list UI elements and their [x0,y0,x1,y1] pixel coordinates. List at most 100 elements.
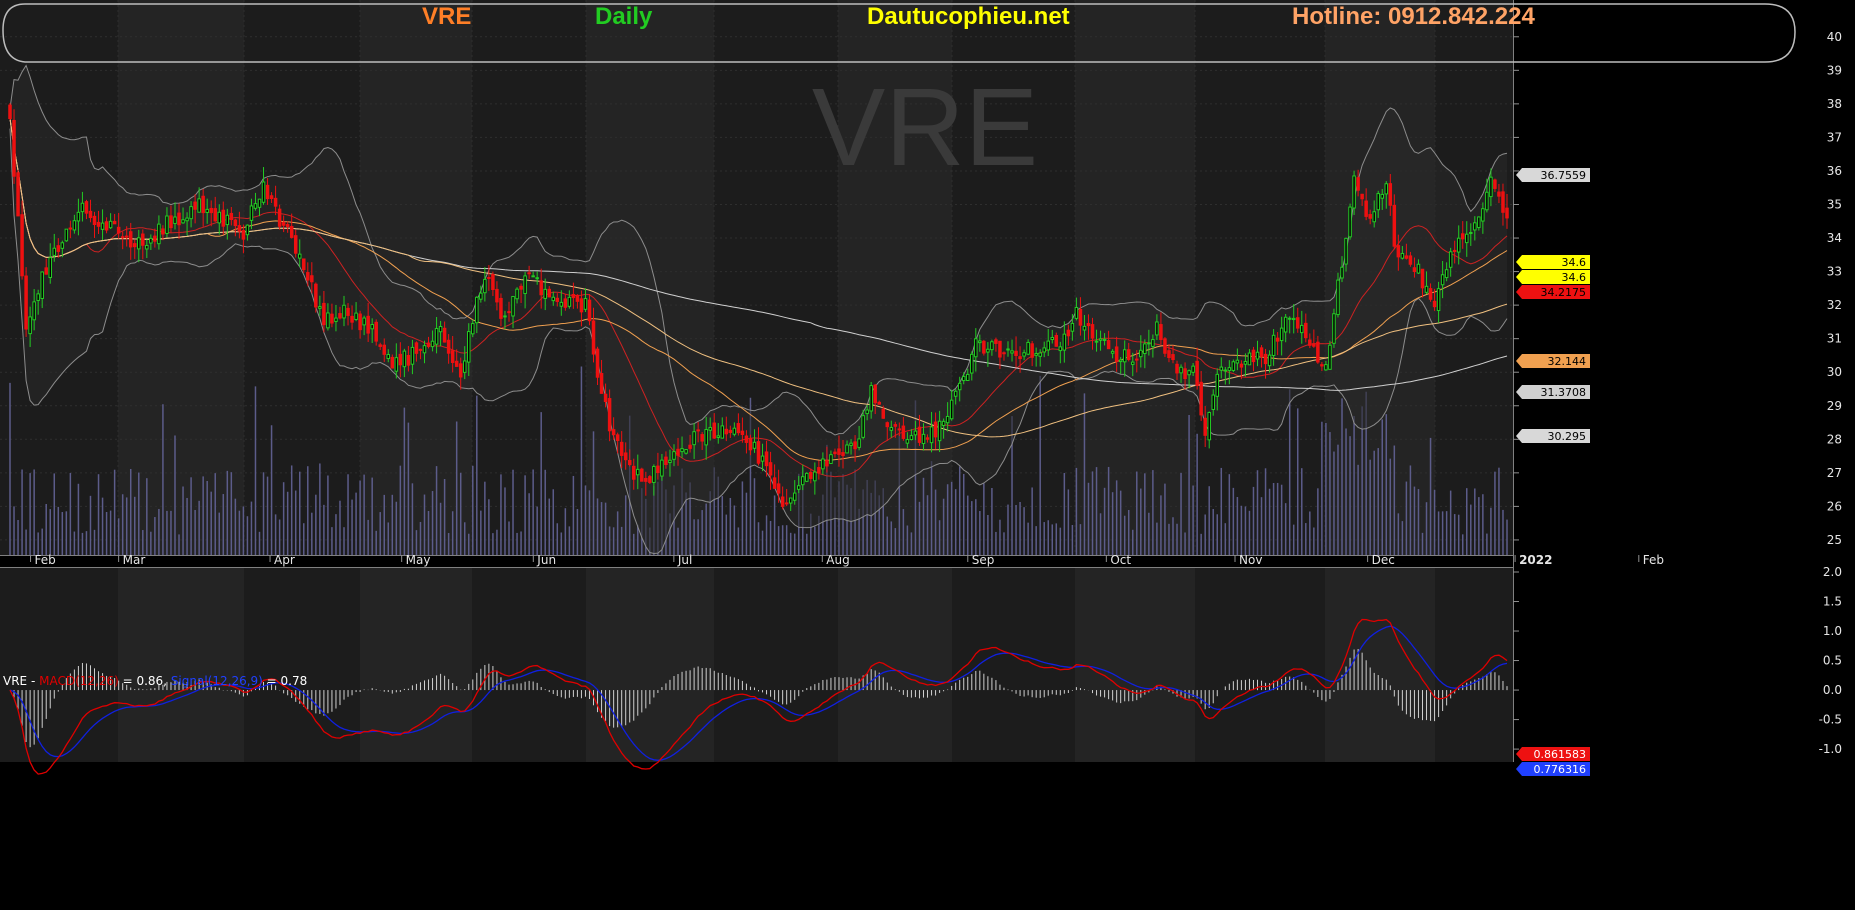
candle-body [1078,308,1083,326]
candle-body [100,222,105,230]
month-band [1075,567,1195,762]
candle-body [1328,344,1332,370]
candle-body [1159,324,1163,340]
candle-body [1477,216,1481,229]
candle-body [1291,317,1296,321]
price-tick-label: 37 [1827,130,1842,144]
candle-body [342,304,346,319]
candle-body [933,421,938,438]
macd-tick-label: 1.0 [1823,624,1842,638]
candle-body [921,433,926,445]
candle-body [112,220,117,225]
candle-body [1086,323,1091,327]
candle-body [1223,369,1228,372]
candle-body [1155,321,1159,336]
candle-body [728,429,733,433]
candle-body [660,459,664,477]
price-tick-label: 28 [1827,432,1842,446]
candle-body [1372,211,1376,223]
candle-body [145,244,149,250]
candle-body [664,456,668,466]
candle-body [1235,359,1240,364]
candle-body [913,430,918,436]
candle-body [575,294,580,302]
price-tick-label: 25 [1827,533,1842,547]
candle-body [173,216,177,225]
candle-body [370,323,374,330]
candle-body [1275,337,1280,342]
candle-body [1380,193,1384,199]
candle-body [861,415,865,438]
candle-body [796,485,801,490]
candle-body [1175,363,1179,374]
candle-body [1207,411,1211,441]
candle-body [1356,177,1360,191]
candle-body [52,247,57,256]
candle-body [788,497,793,504]
candle-body [233,219,238,227]
candle-body [386,354,391,359]
candle-body [587,299,592,322]
candle-body [957,382,962,391]
candle-body [1147,342,1151,345]
candle-body [1054,335,1059,347]
candle-body [277,208,282,227]
candle-body [551,296,556,302]
candle-body [1066,329,1071,337]
macd-tag-label: 0.861583 [1534,748,1587,761]
candle-body [539,280,543,296]
candle-body [764,451,769,467]
candle-body [1014,350,1018,356]
candle-body [1428,288,1433,300]
candle-body [1420,268,1425,289]
candle-body [499,297,503,319]
candle-body [1042,347,1046,353]
candle-body [1110,350,1115,354]
candle-body [1006,348,1010,351]
header-interval: Daily [595,3,653,30]
macd-legend-macd-name: MACD(12,26) [39,674,119,688]
candle-body [217,211,222,224]
time-tick-label: Feb [35,553,56,567]
candle-body [1416,263,1421,274]
candle-body [1122,349,1127,363]
candle-body [245,224,250,236]
candle-body [925,437,930,440]
candle-body [953,390,958,397]
candle-body [527,272,531,275]
candle-body [632,465,636,480]
macd-legend-signal-value: = 0.78 [263,674,307,688]
candle-body [736,423,741,434]
candle-body [96,221,101,227]
candle-body [1114,346,1119,362]
candle-body [559,301,564,307]
candle-body [990,341,994,351]
price-tick-label: 36 [1827,164,1842,178]
ticker-watermark: VRE [812,66,1038,189]
candle-body [293,235,298,254]
time-tick-label: Feb [1643,553,1664,567]
candle-body [1505,207,1509,219]
candle-body [326,312,330,329]
candle-body [1058,346,1063,352]
macd-tick-label: 0.5 [1823,654,1842,668]
candle-body [471,323,475,335]
candle-body [792,492,797,501]
candle-body [1187,370,1191,376]
candle-body [410,346,415,365]
candle-body [334,317,338,322]
candle-body [1452,249,1457,252]
time-tick-label: Aug [826,553,849,567]
candle-body [877,401,881,405]
candle-body [1143,343,1147,355]
price-tick-label: 27 [1827,466,1842,480]
candle-body [1332,313,1336,344]
candle-body [330,313,334,324]
candle-body [700,434,704,442]
candle-body [696,429,700,432]
candle-body [801,476,805,486]
time-tick-label: Nov [1239,553,1262,567]
candle-body [177,212,181,226]
candle-body [813,471,817,482]
header-ticker: VRE [422,3,471,30]
